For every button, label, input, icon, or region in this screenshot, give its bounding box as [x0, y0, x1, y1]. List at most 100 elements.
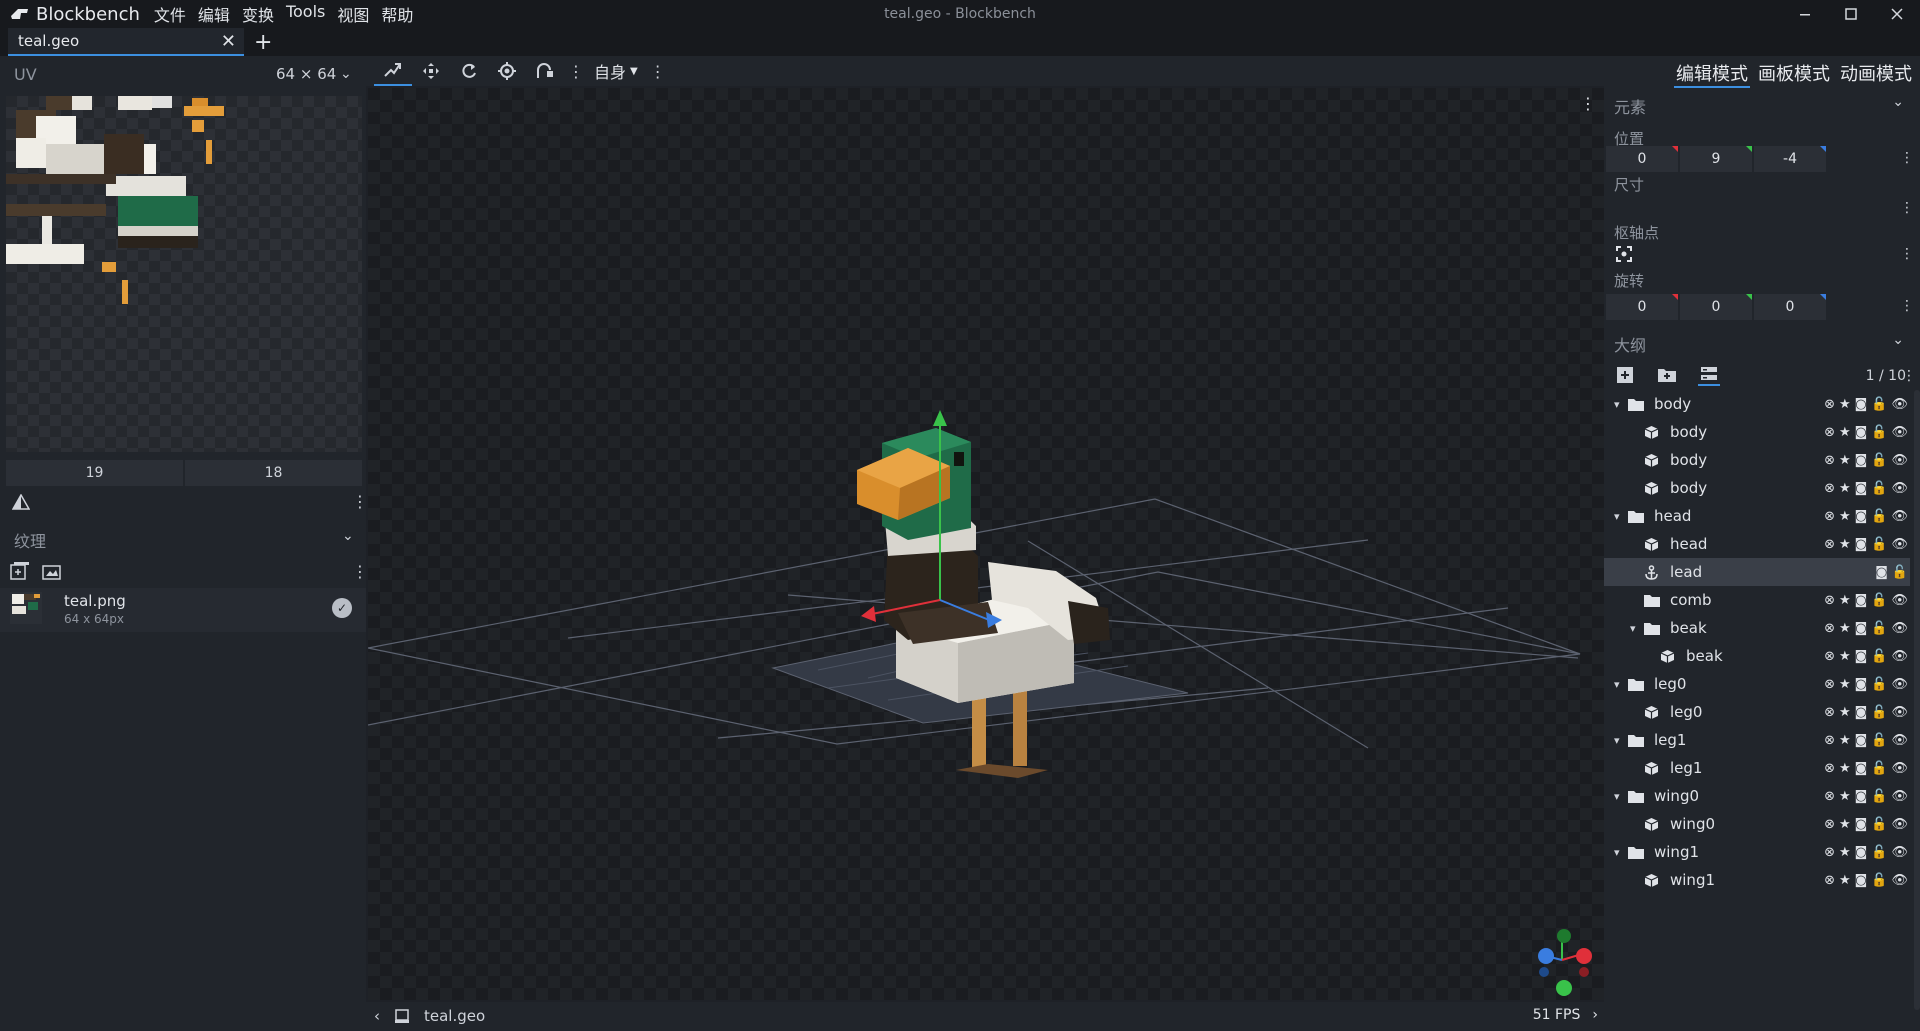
- uv-value-u[interactable]: 19: [6, 460, 183, 486]
- lock-icon[interactable]: 🔓: [1871, 761, 1887, 776]
- visibility-icon[interactable]: 👁: [1891, 873, 1908, 888]
- export-toggle-icon[interactable]: ⊗: [1824, 705, 1835, 720]
- visibility-icon[interactable]: 👁: [1891, 537, 1908, 552]
- 3d-viewport[interactable]: ⋮: [368, 88, 1604, 1000]
- outliner-row[interactable]: ▾ wing0 ⊗ ★ ◙ 🔓 👁: [1604, 782, 1910, 810]
- export-toggle-icon[interactable]: ⊗: [1824, 817, 1835, 832]
- favorite-icon[interactable]: ★: [1839, 397, 1851, 412]
- add-texture-icon[interactable]: [10, 562, 30, 580]
- pivot-tool-button[interactable]: [488, 56, 526, 86]
- add-cube-button[interactable]: [1614, 364, 1636, 386]
- menu-view[interactable]: 视图: [331, 2, 375, 26]
- menu-edit[interactable]: 编辑: [192, 2, 236, 26]
- camera-icon[interactable]: ◙: [1855, 677, 1868, 692]
- outliner-scrollbar[interactable]: [1914, 390, 1920, 1010]
- rotation-z-input[interactable]: 0: [1754, 294, 1826, 320]
- expand-chevron-icon[interactable]: ▾: [1614, 398, 1628, 411]
- position-more-icon[interactable]: ⋮: [1900, 150, 1914, 166]
- position-z-input[interactable]: -4: [1754, 146, 1826, 172]
- visibility-icon[interactable]: 👁: [1891, 789, 1908, 804]
- export-toggle-icon[interactable]: ⊗: [1824, 677, 1835, 692]
- size-more-icon[interactable]: ⋮: [1900, 200, 1914, 216]
- camera-icon[interactable]: ◙: [1855, 649, 1868, 664]
- maximize-button[interactable]: [1828, 0, 1874, 28]
- export-toggle-icon[interactable]: ⊗: [1824, 453, 1835, 468]
- viewport-more-icon[interactable]: ⋮: [1580, 94, 1596, 113]
- export-toggle-icon[interactable]: ⊗: [1824, 649, 1835, 664]
- lock-icon[interactable]: 🔓: [1871, 817, 1887, 832]
- camera-icon[interactable]: ◙: [1855, 705, 1868, 720]
- vertex-snap-button[interactable]: [526, 56, 564, 86]
- outliner-row[interactable]: body ⊗ ★ ◙ 🔓 👁: [1604, 418, 1910, 446]
- tab-teal-geo[interactable]: teal.geo ✕: [8, 28, 244, 56]
- lock-icon[interactable]: 🔓: [1871, 845, 1887, 860]
- texture-item[interactable]: teal.png 64 x 64px ✓: [0, 588, 366, 632]
- rotation-x-input[interactable]: 0: [1606, 294, 1678, 320]
- export-toggle-icon[interactable]: ⊗: [1824, 509, 1835, 524]
- visibility-icon[interactable]: 👁: [1891, 817, 1908, 832]
- outliner-row[interactable]: ▾ leg0 ⊗ ★ ◙ 🔓 👁: [1604, 670, 1910, 698]
- chevron-left-icon[interactable]: ‹: [374, 1007, 380, 1025]
- uv-editor-canvas[interactable]: [6, 96, 362, 452]
- camera-icon[interactable]: ◙: [1855, 397, 1868, 412]
- chevron-right-icon[interactable]: ›: [1592, 1007, 1598, 1023]
- export-toggle-icon[interactable]: ⊗: [1824, 873, 1835, 888]
- visibility-icon[interactable]: 👁: [1891, 425, 1908, 440]
- outliner-row[interactable]: wing0 ⊗ ★ ◙ 🔓 👁: [1604, 810, 1910, 838]
- rotate-tool-button[interactable]: [450, 56, 488, 86]
- chevron-down-icon[interactable]: ⌄: [340, 66, 352, 82]
- export-toggle-icon[interactable]: ⊗: [1824, 761, 1835, 776]
- lock-icon[interactable]: 🔓: [1871, 397, 1887, 412]
- outliner-row[interactable]: ▾ wing1 ⊗ ★ ◙ 🔓 👁: [1604, 838, 1910, 866]
- lock-icon[interactable]: 🔓: [1871, 873, 1887, 888]
- camera-icon[interactable]: ◙: [1875, 565, 1888, 580]
- camera-icon[interactable]: ◙: [1855, 789, 1868, 804]
- uv-more-icon[interactable]: ⋮: [352, 492, 368, 511]
- rotation-y-input[interactable]: 0: [1680, 294, 1752, 320]
- toolbar-more-icon[interactable]: ⋮: [644, 62, 672, 81]
- lock-icon[interactable]: 🔓: [1871, 621, 1887, 636]
- lock-icon[interactable]: 🔓: [1871, 481, 1887, 496]
- expand-chevron-icon[interactable]: ▾: [1614, 678, 1628, 691]
- visibility-icon[interactable]: 👁: [1891, 621, 1908, 636]
- collapse-all-button[interactable]: [1698, 364, 1720, 386]
- export-toggle-icon[interactable]: ⊗: [1824, 537, 1835, 552]
- outliner-row[interactable]: body ⊗ ★ ◙ 🔓 👁: [1604, 474, 1910, 502]
- camera-icon[interactable]: ◙: [1855, 593, 1868, 608]
- favorite-icon[interactable]: ★: [1839, 649, 1851, 664]
- menu-transform[interactable]: 变换: [236, 2, 280, 26]
- menu-tools[interactable]: Tools: [280, 2, 331, 26]
- visibility-icon[interactable]: 👁: [1891, 705, 1908, 720]
- chevron-down-icon[interactable]: ⌄: [1892, 94, 1904, 110]
- camera-icon[interactable]: ◙: [1855, 425, 1868, 440]
- minimize-button[interactable]: [1782, 0, 1828, 28]
- outliner-row[interactable]: ▾ beak ⊗ ★ ◙ 🔓 👁: [1604, 614, 1910, 642]
- uv-value-v[interactable]: 18: [185, 460, 362, 486]
- favorite-icon[interactable]: ★: [1839, 509, 1851, 524]
- favorite-icon[interactable]: ★: [1839, 817, 1851, 832]
- transform-space-select[interactable]: 自身 ▼: [588, 59, 644, 83]
- pivot-more-icon[interactable]: ⋮: [1900, 246, 1914, 262]
- visibility-icon[interactable]: 👁: [1891, 677, 1908, 692]
- lock-icon[interactable]: 🔓: [1871, 677, 1887, 692]
- visibility-icon[interactable]: 👁: [1891, 453, 1908, 468]
- outliner-more-icon[interactable]: ⋮: [1902, 368, 1916, 384]
- outliner-row[interactable]: ▾ body ⊗ ★ ◙ 🔓 👁: [1604, 390, 1910, 418]
- check-icon[interactable]: ✓: [332, 598, 352, 618]
- visibility-icon[interactable]: 👁: [1891, 845, 1908, 860]
- lock-icon[interactable]: 🔓: [1871, 509, 1887, 524]
- favorite-icon[interactable]: ★: [1839, 873, 1851, 888]
- export-toggle-icon[interactable]: ⊗: [1824, 845, 1835, 860]
- visibility-icon[interactable]: 👁: [1891, 593, 1908, 608]
- outliner-row[interactable]: leg0 ⊗ ★ ◙ 🔓 👁: [1604, 698, 1910, 726]
- view-orientation-gizmo[interactable]: [1538, 929, 1592, 996]
- mode-paint[interactable]: 画板模式: [1756, 60, 1832, 88]
- visibility-icon[interactable]: 👁: [1891, 649, 1908, 664]
- position-x-input[interactable]: 0: [1606, 146, 1678, 172]
- camera-icon[interactable]: ◙: [1855, 621, 1868, 636]
- texture-more-icon[interactable]: ⋮: [352, 562, 368, 581]
- export-toggle-icon[interactable]: ⊗: [1824, 789, 1835, 804]
- favorite-icon[interactable]: ★: [1839, 789, 1851, 804]
- visibility-icon[interactable]: 👁: [1891, 509, 1908, 524]
- center-pivot-icon[interactable]: [1616, 246, 1632, 262]
